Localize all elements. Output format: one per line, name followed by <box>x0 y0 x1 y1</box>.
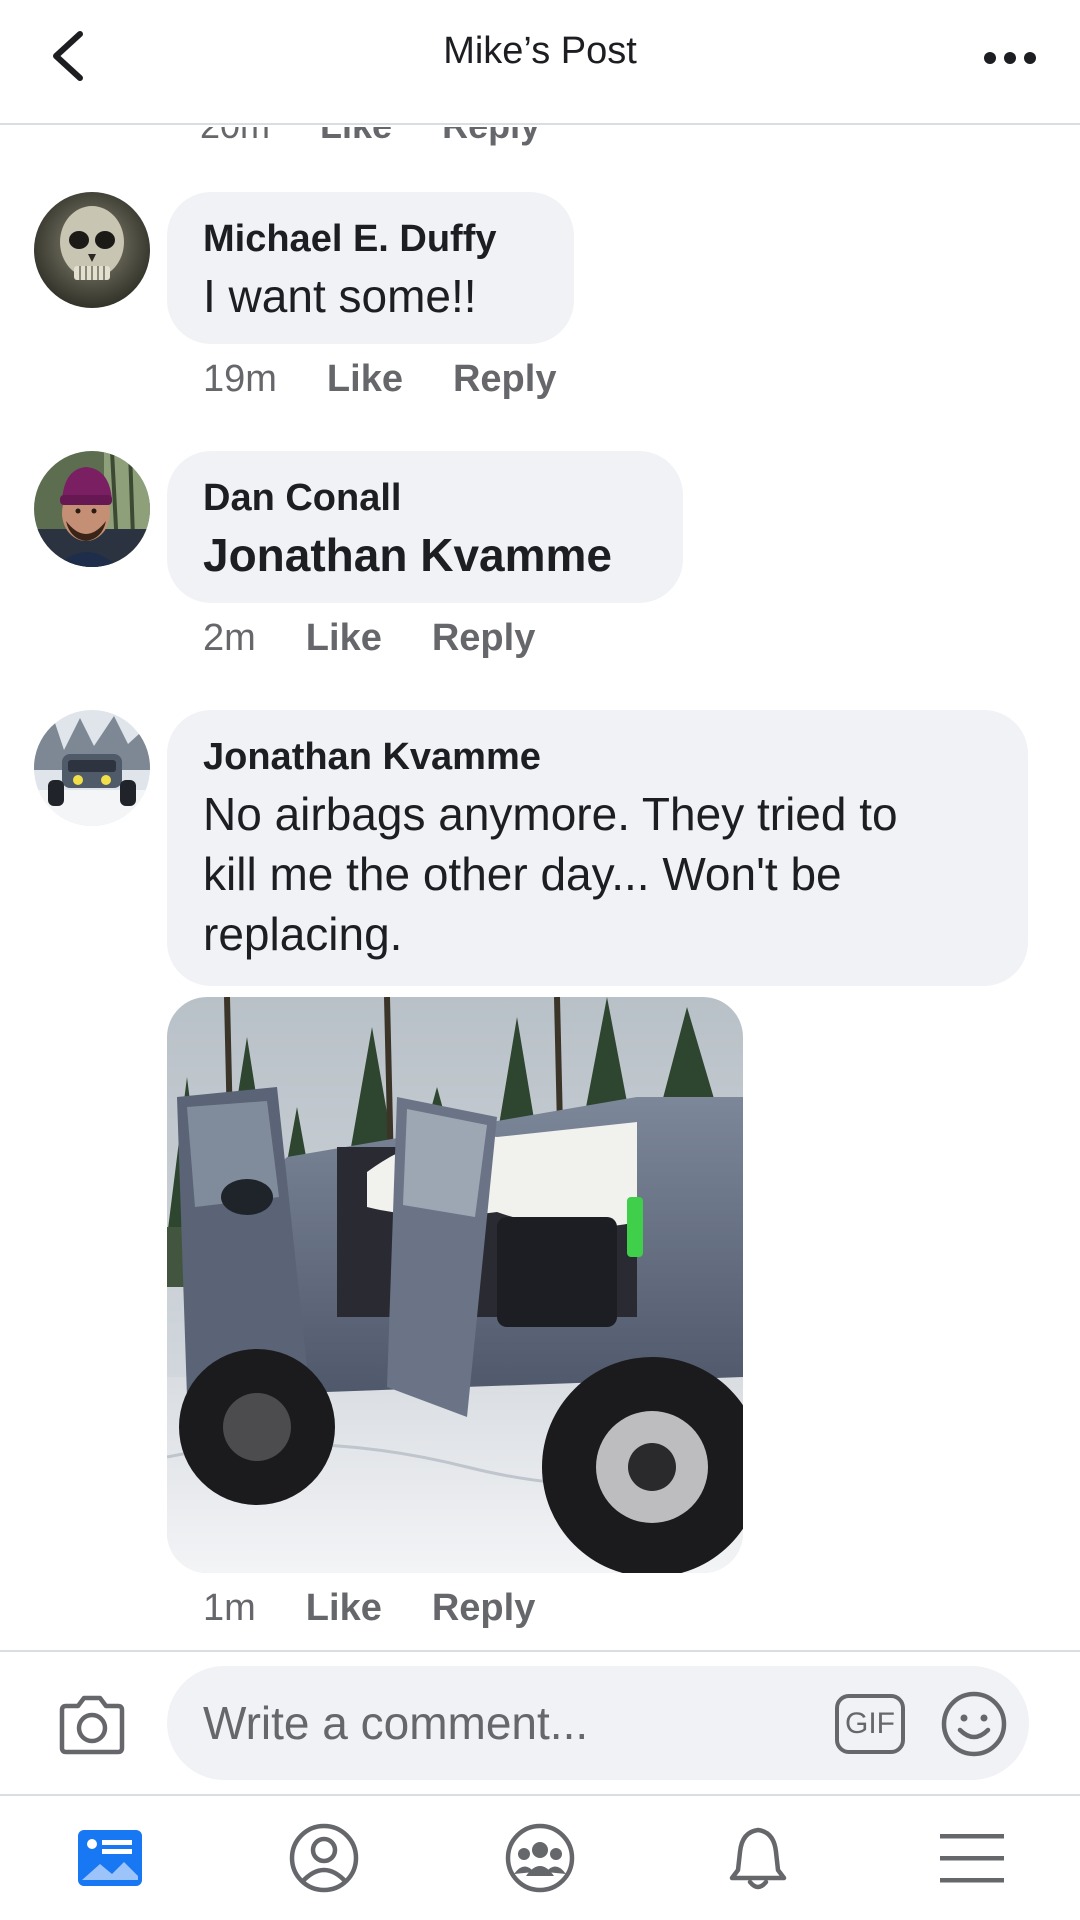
comment-text: I want some!! <box>203 270 477 322</box>
like-button[interactable]: Like <box>320 127 392 147</box>
comment-actions: 1m Like Reply <box>203 1587 585 1630</box>
screen: Mike’s Post 20m Like Reply <box>0 0 1080 1920</box>
reply-button[interactable]: Reply <box>432 1587 535 1630</box>
comment-mention[interactable]: Jonathan Kvamme <box>203 525 647 585</box>
comment-text: No airbags anymore. They tried to kill m… <box>203 784 992 964</box>
news-feed-icon <box>78 1830 142 1886</box>
profile-icon <box>289 1823 359 1893</box>
avatar[interactable] <box>34 710 150 826</box>
reply-button[interactable]: Reply <box>453 358 556 401</box>
like-button[interactable]: Like <box>306 1587 382 1630</box>
truck-photo-icon <box>167 997 743 1573</box>
comment-time: 1m <box>203 1587 256 1629</box>
comment-actions: 19m Like Reply <box>203 358 606 401</box>
emoji-button[interactable] <box>940 1690 1008 1758</box>
comment-text-line: No airbags anymore. They tried to <box>203 788 898 840</box>
menu-icon <box>940 1834 1004 1883</box>
comment-item: Jonathan Kvamme No airbags anymore. They… <box>0 710 1080 1650</box>
emoji-icon <box>941 1691 1007 1757</box>
camera-button[interactable] <box>56 1692 128 1756</box>
tab-groups[interactable] <box>502 1820 578 1896</box>
skull-avatar-icon <box>34 192 150 308</box>
reply-button[interactable]: Reply <box>442 127 540 147</box>
comment-bubble[interactable]: Jonathan Kvamme No airbags anymore. They… <box>167 710 1028 986</box>
man-beanie-avatar-icon <box>34 451 150 567</box>
top-bar: Mike’s Post <box>0 0 1080 125</box>
more-options-button[interactable] <box>980 40 1040 76</box>
groups-icon <box>505 1823 575 1893</box>
page-title: Mike’s Post <box>443 30 637 72</box>
partial-comment-actions: 20m Like Reply <box>200 127 540 147</box>
comment-actions: 2m Like Reply <box>203 617 585 660</box>
tab-news-feed[interactable] <box>72 1820 148 1896</box>
reply-button[interactable]: Reply <box>432 617 535 660</box>
notifications-icon <box>729 1827 787 1890</box>
comment-text-line: kill me the other day... Won't be <box>203 848 842 900</box>
tab-notifications[interactable] <box>720 1820 796 1896</box>
comment-text-line: replacing. <box>203 908 403 960</box>
comment-item: Dan Conall Jonathan Kvamme 2m Like Reply <box>0 451 1080 659</box>
comment-author[interactable]: Dan Conall <box>203 475 647 521</box>
tab-menu[interactable] <box>934 1820 1010 1896</box>
comment-photo[interactable] <box>167 997 743 1573</box>
truck-avatar-icon <box>34 710 150 826</box>
comment-bubble[interactable]: Dan Conall Jonathan Kvamme <box>167 451 683 603</box>
avatar[interactable] <box>34 192 150 308</box>
comment-time: 2m <box>203 617 256 659</box>
comment-bubble[interactable]: Michael E. Duffy I want some!! <box>167 192 574 344</box>
comment-time: 19m <box>203 358 277 400</box>
gif-button[interactable]: GIF <box>835 1694 905 1754</box>
comment-composer: GIF <box>0 1650 1080 1794</box>
comment-author[interactable]: Jonathan Kvamme <box>203 734 992 780</box>
comment-item: Michael E. Duffy I want some!! 19m Like … <box>0 192 1080 400</box>
avatar[interactable] <box>34 451 150 567</box>
more-dots-icon <box>984 52 1036 64</box>
comment-author[interactable]: Michael E. Duffy <box>203 216 538 262</box>
comment-time: 20m <box>200 127 270 147</box>
like-button[interactable]: Like <box>327 358 403 401</box>
camera-icon <box>59 1695 125 1755</box>
like-button[interactable]: Like <box>306 617 382 660</box>
bottom-tab-bar <box>0 1794 1080 1920</box>
tab-profile[interactable] <box>286 1820 362 1896</box>
comments-list: 20m Like Reply <box>0 127 1080 1650</box>
